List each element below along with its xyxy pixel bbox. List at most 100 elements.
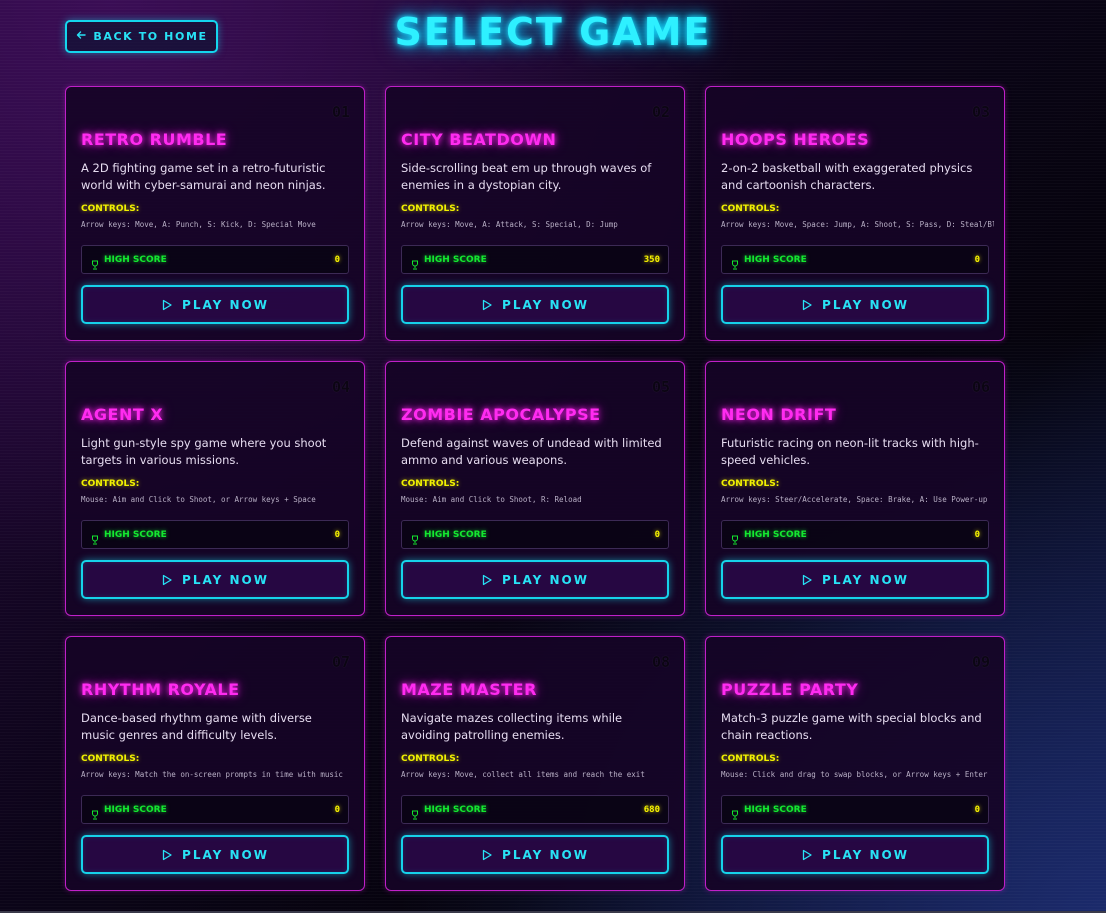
play-now-label: PLAY NOW	[822, 297, 909, 312]
game-title: PUZZLE PARTY	[721, 680, 859, 699]
trophy-icon	[410, 255, 420, 269]
play-now-label: PLAY NOW	[502, 297, 589, 312]
controls-text: Arrow keys: Steer/Accelerate, Space: Bra…	[721, 495, 988, 504]
high-score-value: 0	[974, 804, 980, 815]
game-description: 2-on-2 basketball with exaggerated physi…	[721, 161, 973, 192]
trophy-icon	[410, 530, 420, 544]
play-now-button[interactable]: PLAY NOW	[401, 285, 669, 324]
play-icon	[161, 849, 173, 861]
game-card: 05 ZOMBIE APOCALYPSE Defend against wave…	[385, 361, 685, 616]
play-now-button[interactable]: PLAY NOW	[721, 285, 989, 324]
high-score-bar: HIGH SCORE 0	[721, 245, 989, 274]
controls-label: CONTROLS:	[721, 479, 780, 489]
play-now-label: PLAY NOW	[822, 572, 909, 587]
page-title: SELECT GAME	[394, 10, 712, 54]
game-description: Match-3 puzzle game with special blocks …	[721, 711, 982, 742]
high-score-bar: HIGH SCORE 0	[721, 795, 989, 824]
play-icon	[481, 849, 493, 861]
game-title: RHYTHM ROYALE	[81, 680, 240, 699]
high-score-value: 0	[334, 804, 340, 815]
play-now-label: PLAY NOW	[822, 847, 909, 862]
controls-label: CONTROLS:	[81, 479, 140, 489]
controls-text: Mouse: Aim and Click to Shoot, or Arrow …	[81, 495, 316, 504]
controls-label: CONTROLS:	[401, 754, 460, 764]
high-score-label: HIGH SCORE	[104, 254, 167, 265]
controls-label: CONTROLS:	[401, 204, 460, 214]
controls-text: Arrow keys: Move, A: Punch, S: Kick, D: …	[81, 220, 316, 229]
game-number: 01	[331, 103, 350, 121]
high-score-label: HIGH SCORE	[424, 804, 487, 815]
controls-text: Mouse: Aim and Click to Shoot, R: Reload	[401, 495, 582, 504]
high-score-bar: HIGH SCORE 350	[401, 245, 669, 274]
play-now-button[interactable]: PLAY NOW	[401, 835, 669, 874]
play-now-button[interactable]: PLAY NOW	[721, 560, 989, 599]
game-number: 08	[651, 653, 670, 671]
controls-text: Arrow keys: Move, collect all items and …	[401, 770, 645, 779]
high-score-bar: HIGH SCORE 0	[721, 520, 989, 549]
trophy-icon	[730, 255, 740, 269]
controls-text: Arrow keys: Move, A: Attack, S: Special,…	[401, 220, 618, 229]
high-score-label: HIGH SCORE	[744, 804, 807, 815]
game-description: Navigate mazes collecting items while av…	[401, 711, 623, 742]
high-score-bar: HIGH SCORE 0	[81, 520, 349, 549]
game-title: MAZE MASTER	[401, 680, 537, 699]
trophy-icon	[730, 530, 740, 544]
controls-text: Arrow keys: Move, Space: Jump, A: Shoot,…	[721, 220, 994, 229]
high-score-value: 0	[654, 529, 660, 540]
game-title: HOOPS HEROES	[721, 130, 870, 149]
high-score-label: HIGH SCORE	[104, 529, 167, 540]
high-score-label: HIGH SCORE	[744, 529, 807, 540]
play-now-button[interactable]: PLAY NOW	[81, 835, 349, 874]
game-card: 03 HOOPS HEROES 2-on-2 basketball with e…	[705, 86, 1005, 341]
trophy-icon	[90, 805, 100, 819]
game-description: Dance-based rhythm game with diverse mus…	[81, 711, 312, 742]
game-description: Side-scrolling beat em up through waves …	[401, 161, 652, 192]
controls-text: Arrow keys: Match the on-screen prompts …	[81, 770, 343, 779]
game-number: 05	[651, 378, 670, 396]
game-card: 08 MAZE MASTER Navigate mazes collecting…	[385, 636, 685, 891]
play-now-button[interactable]: PLAY NOW	[721, 835, 989, 874]
play-icon	[161, 574, 173, 586]
controls-label: CONTROLS:	[81, 204, 140, 214]
game-number: 02	[651, 103, 670, 121]
controls-label: CONTROLS:	[81, 754, 140, 764]
game-description: A 2D fighting game set in a retro-futuri…	[81, 161, 326, 192]
high-score-value: 0	[974, 529, 980, 540]
game-number: 09	[971, 653, 990, 671]
controls-label: CONTROLS:	[721, 754, 780, 764]
game-description: Defend against waves of undead with limi…	[401, 436, 662, 467]
game-number: 07	[331, 653, 350, 671]
game-number: 06	[971, 378, 990, 396]
high-score-bar: HIGH SCORE 0	[81, 795, 349, 824]
high-score-value: 0	[334, 254, 340, 265]
game-number: 03	[971, 103, 990, 121]
game-title: NEON DRIFT	[721, 405, 837, 424]
play-now-button[interactable]: PLAY NOW	[81, 285, 349, 324]
game-description: Light gun-style spy game where you shoot…	[81, 436, 327, 467]
play-now-label: PLAY NOW	[502, 572, 589, 587]
trophy-icon	[90, 530, 100, 544]
controls-label: CONTROLS:	[401, 479, 460, 489]
high-score-label: HIGH SCORE	[424, 529, 487, 540]
game-card: 04 AGENT X Light gun-style spy game wher…	[65, 361, 365, 616]
controls-text: Mouse: Click and drag to swap blocks, or…	[721, 770, 988, 779]
high-score-label: HIGH SCORE	[744, 254, 807, 265]
high-score-value: 680	[643, 804, 660, 815]
game-title: ZOMBIE APOCALYPSE	[401, 405, 601, 424]
play-now-label: PLAY NOW	[182, 297, 269, 312]
high-score-value: 0	[334, 529, 340, 540]
high-score-bar: HIGH SCORE 680	[401, 795, 669, 824]
game-title: CITY BEATDOWN	[401, 130, 557, 149]
game-card: 07 RHYTHM ROYALE Dance-based rhythm game…	[65, 636, 365, 891]
play-icon	[161, 299, 173, 311]
controls-label: CONTROLS:	[721, 204, 780, 214]
high-score-value: 350	[643, 254, 660, 265]
game-number: 04	[331, 378, 350, 396]
game-card: 09 PUZZLE PARTY Match-3 puzzle game with…	[705, 636, 1005, 891]
game-card: 02 CITY BEATDOWN Side-scrolling beat em …	[385, 86, 685, 341]
play-now-label: PLAY NOW	[502, 847, 589, 862]
game-card: 06 NEON DRIFT Futuristic racing on neon-…	[705, 361, 1005, 616]
play-now-button[interactable]: PLAY NOW	[401, 560, 669, 599]
play-now-button[interactable]: PLAY NOW	[81, 560, 349, 599]
play-icon	[481, 574, 493, 586]
